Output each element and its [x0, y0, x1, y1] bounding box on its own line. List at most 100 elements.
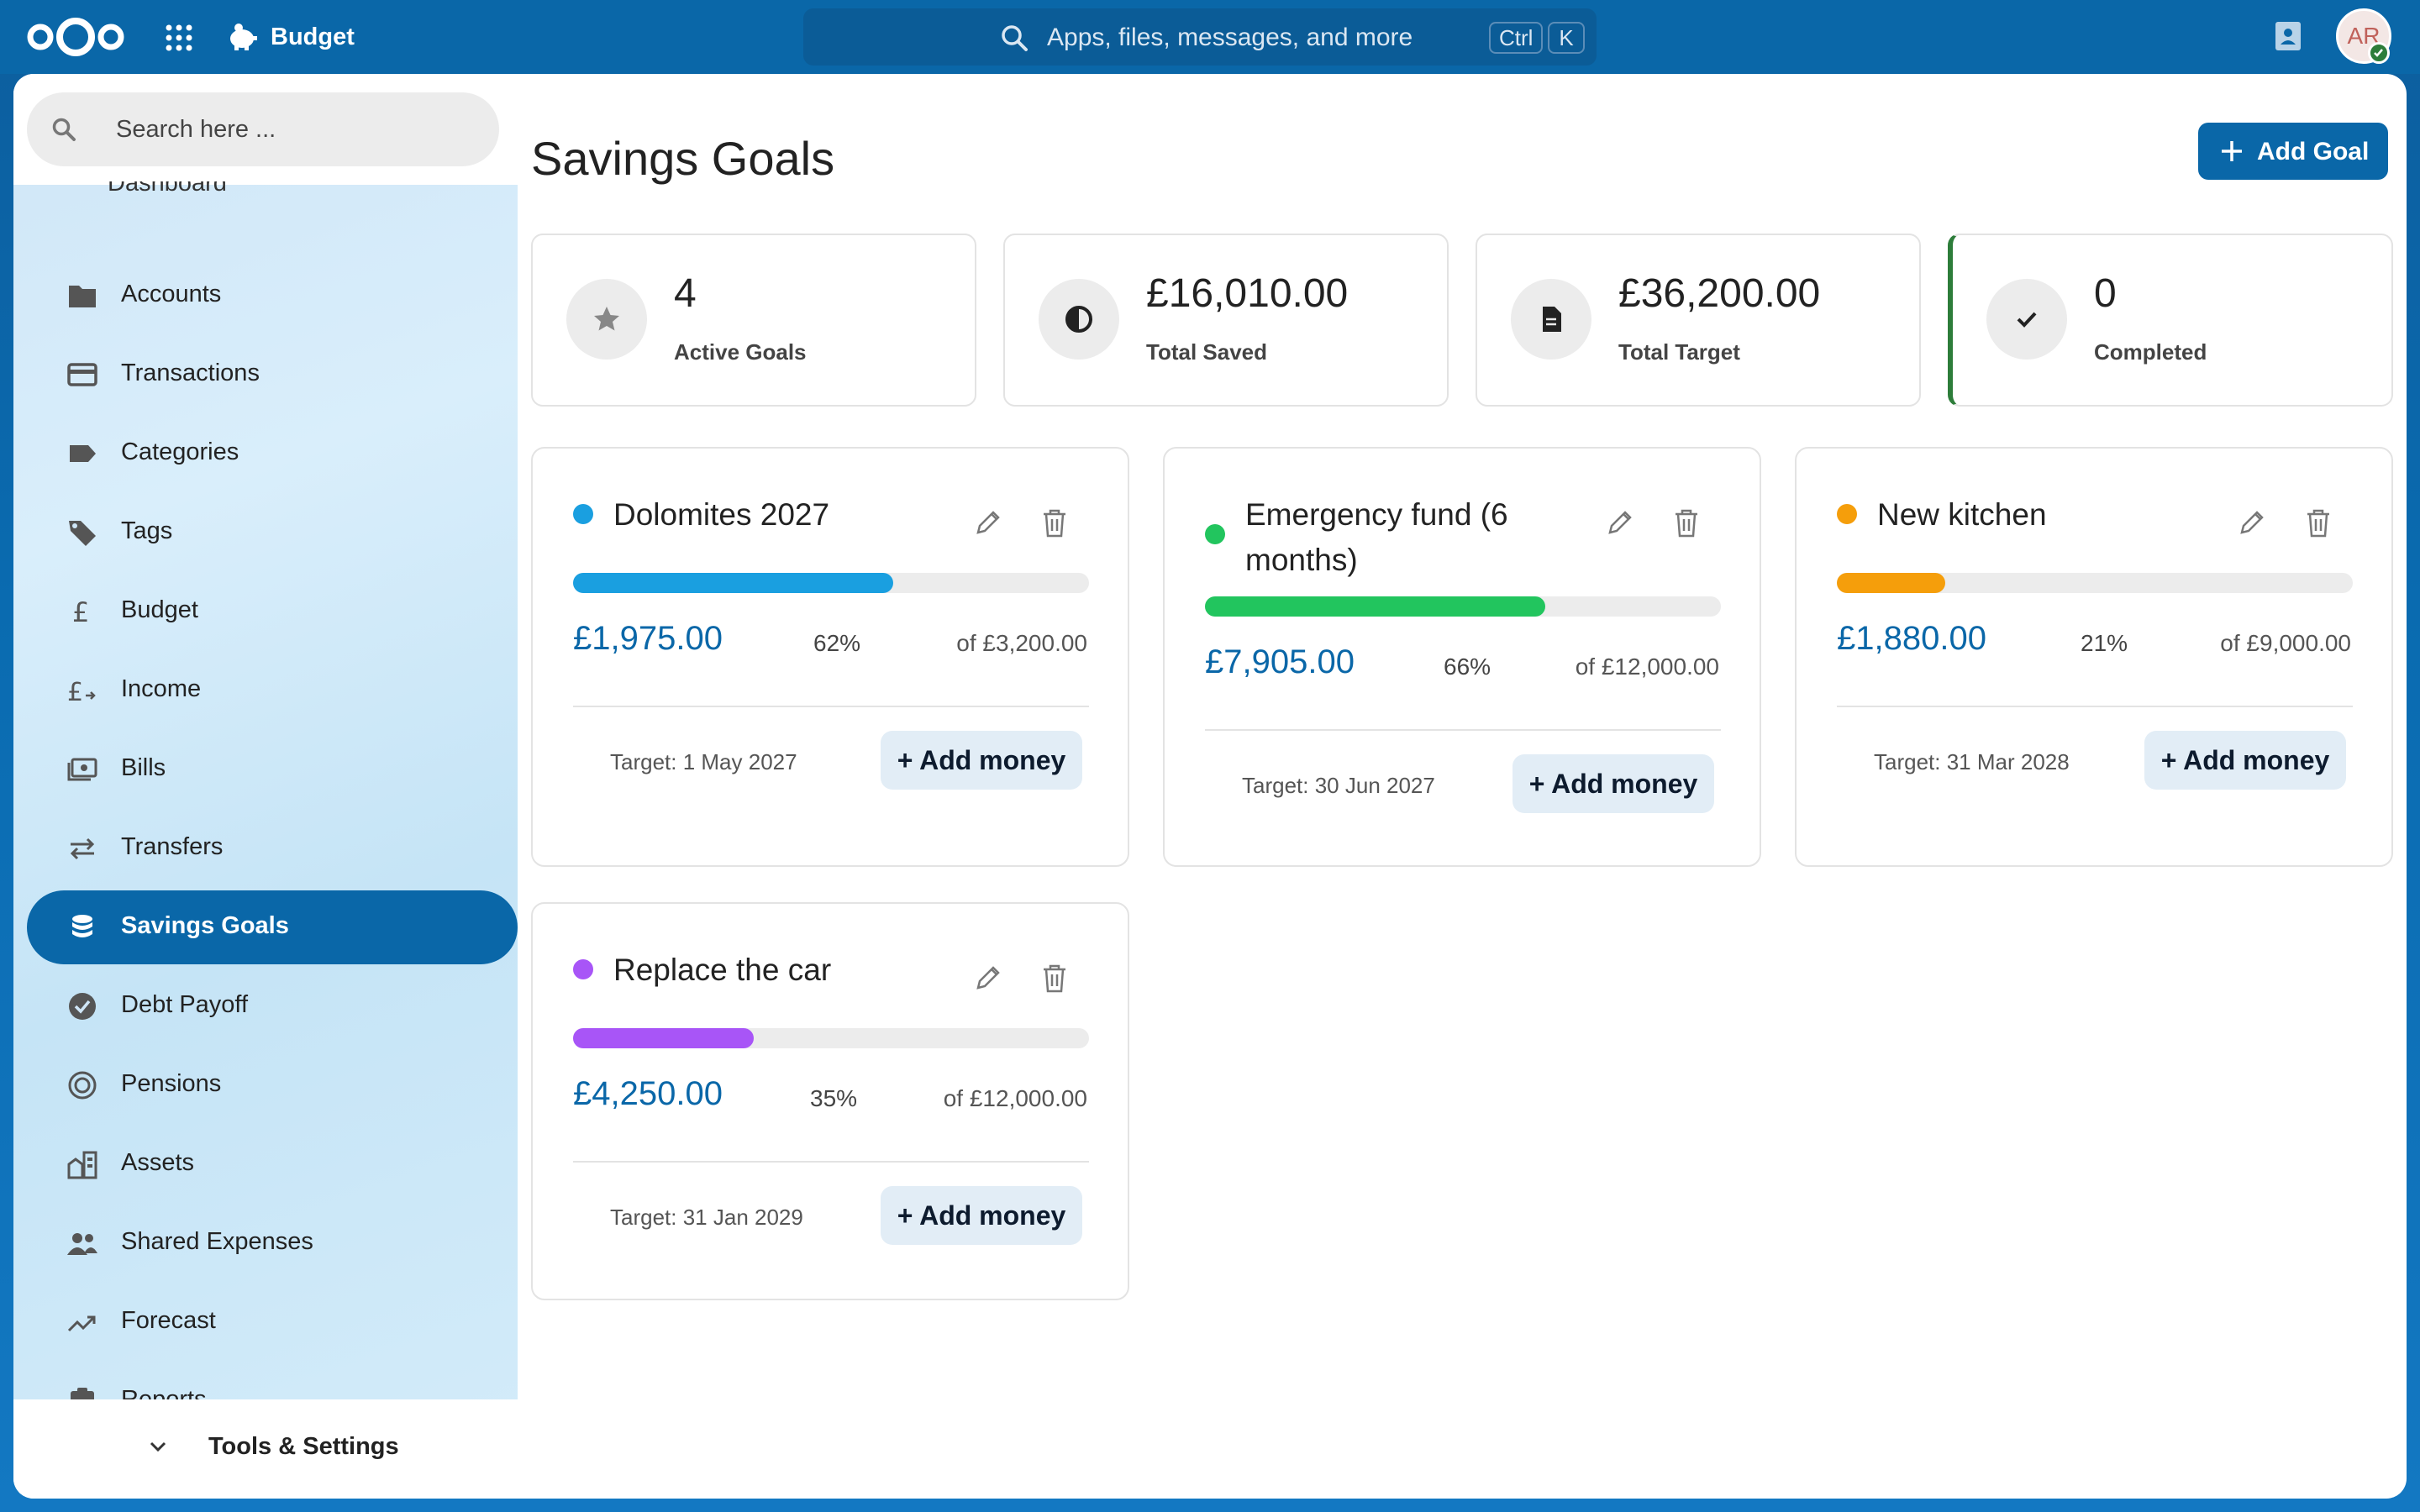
- delete-trash-icon[interactable]: [1672, 507, 1701, 538]
- goal-name: Emergency fund (6 months): [1245, 497, 1508, 577]
- add-money-button[interactable]: + Add money: [1512, 754, 1714, 813]
- edit-pencil-icon[interactable]: [1605, 507, 1635, 538]
- goal-card-replace-car: Replace the car £4,250.00 35% of £12,000…: [531, 902, 1129, 1300]
- sidebar-item-label: Categories: [121, 438, 239, 465]
- goal-divider: [1205, 729, 1721, 731]
- edit-pencil-icon[interactable]: [2237, 507, 2267, 538]
- goal-divider: [573, 1161, 1089, 1163]
- sidebar-item-categories[interactable]: Categories: [27, 417, 518, 491]
- goal-target-date: Target: 30 Jun 2027: [1242, 773, 1435, 798]
- svg-text:£: £: [67, 678, 83, 706]
- delete-trash-icon[interactable]: [1040, 963, 1069, 993]
- sidebar-item-budget[interactable]: £ Budget: [27, 575, 518, 648]
- sidebar-item-bills[interactable]: Bills: [27, 732, 518, 806]
- stat-label: Total Saved: [1146, 339, 1268, 365]
- bill-icon: [67, 758, 97, 781]
- goal-progress-bar: [1205, 596, 1721, 617]
- ring-icon: [68, 1071, 97, 1100]
- sidebar-item-label: Accounts: [121, 281, 222, 307]
- sidebar-item-shared-expenses[interactable]: Shared Expenses: [27, 1206, 518, 1280]
- stat-label: Total Target: [1618, 339, 1740, 365]
- sidebar-search-input[interactable]: Search here ...: [27, 92, 499, 166]
- contacts-icon[interactable]: [2272, 20, 2304, 52]
- label-icon: [70, 445, 96, 462]
- sidebar-item-assets[interactable]: Assets: [27, 1127, 518, 1201]
- edit-pencil-icon[interactable]: [973, 507, 1003, 538]
- folder-icon: [69, 286, 96, 307]
- star-icon: [594, 307, 619, 331]
- apps-grid-icon[interactable]: [165, 24, 193, 52]
- sidebar-item-debt-payoff[interactable]: Debt Payoff: [27, 969, 518, 1043]
- chevron-down-icon: [150, 1441, 166, 1452]
- buildings-icon: [67, 1151, 97, 1179]
- sidebar-item-income[interactable]: £ Income: [27, 654, 518, 727]
- goal-card-emergency-fund: Emergency fund (6 months) £7,905.00 66% …: [1163, 447, 1761, 867]
- tools-settings-toggle[interactable]: Tools & Settings: [13, 1399, 518, 1499]
- sidebar-item-transfers[interactable]: Transfers: [27, 811, 518, 885]
- sidebar-item-savings-goals[interactable]: Savings Goals: [27, 890, 518, 964]
- goal-percent: 21%: [2081, 630, 2128, 656]
- app-window: Dashboard Search here ... Accounts Trans…: [13, 74, 2407, 1499]
- app-brand-link[interactable]: Budget: [225, 18, 355, 55]
- goal-progress-bar: [1837, 573, 2353, 593]
- stat-value: 0: [2094, 271, 2117, 316]
- sidebar-item-label: Shared Expenses: [121, 1228, 313, 1255]
- goal-card-dolomites: Dolomites 2027 £1,975.00 62% of £3,200.0…: [531, 447, 1129, 867]
- goal-progress-fill: [573, 573, 893, 593]
- sidebar-item-forecast[interactable]: Forecast: [27, 1285, 518, 1359]
- sidebar-item-label: Budget: [121, 596, 198, 623]
- goal-target-amount: of £9,000.00: [2220, 630, 2351, 656]
- goal-percent: 66%: [1444, 654, 1491, 680]
- half-circle-icon: [1065, 306, 1092, 333]
- goal-saved-amount: £1,975.00: [573, 620, 723, 657]
- sidebar-item-label: Forecast: [121, 1307, 216, 1334]
- app-name: Budget: [271, 23, 355, 50]
- goal-target-date: Target: 31 Jan 2029: [610, 1205, 803, 1230]
- sidebar-item-label: Debt Payoff: [121, 991, 249, 1018]
- edit-pencil-icon[interactable]: [973, 963, 1003, 993]
- goal-card-new-kitchen: New kitchen £1,880.00 21% of £9,000.00 T…: [1795, 447, 2393, 867]
- delete-trash-icon[interactable]: [2304, 507, 2333, 538]
- stat-card-completed: 0 Completed: [1948, 234, 2393, 407]
- pound-icon: £: [72, 596, 89, 627]
- stat-value: £16,010.00: [1146, 271, 1349, 316]
- people-icon: [67, 1233, 97, 1255]
- tag-icon: [69, 521, 96, 546]
- sidebar-item-tags[interactable]: Tags: [27, 496, 518, 570]
- sidebar-item-accounts[interactable]: Accounts: [27, 259, 518, 333]
- stat-label: Completed: [2094, 339, 2207, 365]
- sidebar-item-label: Tags: [121, 517, 173, 544]
- sidebar-item-label: Income: [121, 675, 202, 702]
- stat-label: Active Goals: [674, 339, 807, 365]
- nextcloud-logo-icon[interactable]: [24, 15, 128, 59]
- trending-up-icon: [67, 1315, 96, 1332]
- sidebar-item-pensions[interactable]: Pensions: [27, 1048, 518, 1122]
- stat-value: 4: [674, 271, 697, 316]
- stat-card-total-saved: £16,010.00 Total Saved: [1003, 234, 1449, 407]
- goal-target-amount: of £3,200.00: [956, 630, 1087, 656]
- stat-icon-bg: [566, 279, 647, 360]
- stat-value: £36,200.00: [1618, 271, 1821, 316]
- goal-name: Replace the car: [613, 953, 832, 987]
- sidebar-item-label: Pensions: [121, 1070, 222, 1097]
- add-money-button[interactable]: + Add money: [2144, 731, 2346, 790]
- add-money-button[interactable]: + Add money: [881, 731, 1082, 790]
- plus-icon: [2222, 141, 2242, 161]
- add-goal-button[interactable]: Add Goal: [2198, 123, 2388, 180]
- global-search-placeholder: Apps, files, messages, and more: [1047, 24, 1413, 51]
- check-circle-icon: [69, 993, 96, 1020]
- shortcut-key-k: K: [1548, 22, 1585, 54]
- stat-icon-bg: [1986, 279, 2067, 360]
- goal-progress-bar: [573, 573, 1089, 593]
- document-icon: [1543, 307, 1561, 332]
- goal-target-date: Target: 31 Mar 2028: [1874, 749, 2070, 774]
- delete-trash-icon[interactable]: [1040, 507, 1069, 538]
- global-search-bar[interactable]: Apps, files, messages, and more Ctrl K: [803, 8, 1597, 66]
- tools-settings-label: Tools & Settings: [208, 1433, 399, 1460]
- search-icon: [52, 118, 76, 141]
- add-money-button[interactable]: + Add money: [881, 1186, 1082, 1245]
- goal-color-dot: [573, 504, 593, 524]
- sidebar-item-transactions[interactable]: Transactions: [27, 338, 518, 412]
- goal-target-date: Target: 1 May 2027: [610, 749, 797, 774]
- goal-progress-fill: [1205, 596, 1546, 617]
